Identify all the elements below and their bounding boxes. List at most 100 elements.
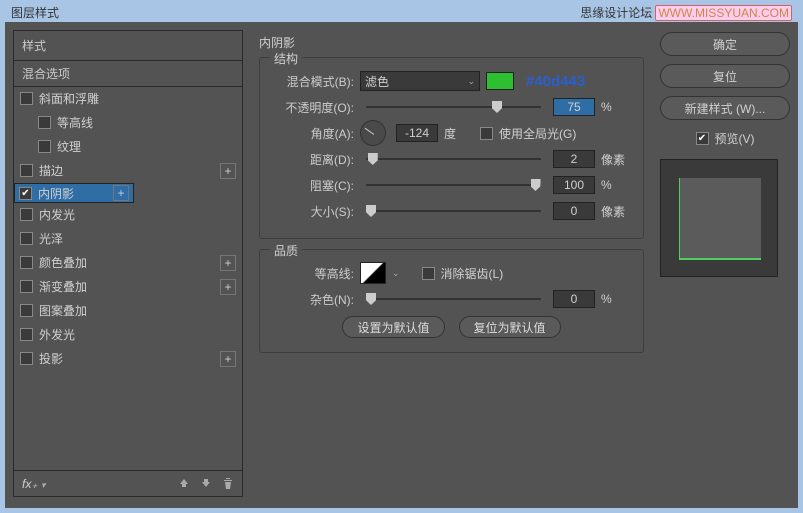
style-label: 颜色叠加 <box>39 254 214 271</box>
style-label: 内阴影 <box>38 185 107 202</box>
quality-title: 品质 <box>270 242 302 259</box>
size-label: 大小(S): <box>272 203 354 220</box>
opacity-slider[interactable] <box>366 100 541 114</box>
style-label: 投影 <box>39 350 214 367</box>
watermark: 思缘设计论坛 WWW.MISSYUAN.COM <box>580 4 792 21</box>
global-light-label: 使用全局光(G) <box>499 125 576 142</box>
opacity-unit: % <box>601 100 631 114</box>
style-row-6[interactable]: 光泽 <box>14 227 242 251</box>
distance-slider[interactable] <box>366 152 541 166</box>
opacity-input[interactable]: 75 <box>553 98 595 116</box>
style-row-9[interactable]: 图案叠加 <box>14 299 242 323</box>
settings-panel: 内阴影 结构 混合模式(B): 滤色⌄ #40d443 不透明度(O): 75 … <box>251 30 652 497</box>
structure-title: 结构 <box>270 50 302 67</box>
style-checkbox[interactable] <box>38 116 51 129</box>
blend-mode-select[interactable]: 滤色⌄ <box>360 71 480 91</box>
choke-label: 阻塞(C): <box>272 177 354 194</box>
style-row-1[interactable]: 等高线 <box>14 111 242 135</box>
add-effect-icon[interactable]: + <box>113 185 129 201</box>
style-checkbox[interactable] <box>20 256 33 269</box>
style-label: 描边 <box>39 162 214 179</box>
size-unit: 像素 <box>601 203 631 220</box>
style-row-7[interactable]: 颜色叠加 + <box>14 251 242 275</box>
style-checkbox[interactable] <box>19 187 32 200</box>
blend-options-header[interactable]: 混合选项 <box>14 60 242 87</box>
styles-header: 样式 <box>14 31 242 60</box>
noise-input[interactable]: 0 <box>553 290 595 308</box>
antialias-checkbox[interactable] <box>422 267 435 280</box>
make-default-button[interactable]: 设置为默认值 <box>342 316 444 338</box>
noise-slider[interactable] <box>366 292 541 306</box>
style-label: 光泽 <box>39 230 236 247</box>
angle-label: 角度(A): <box>272 125 354 142</box>
style-row-5[interactable]: 内发光 <box>14 203 242 227</box>
choke-unit: % <box>601 178 631 192</box>
style-label: 图案叠加 <box>39 302 236 319</box>
trash-icon[interactable] <box>222 477 234 490</box>
fx-label[interactable]: fx₊ ▾ <box>22 477 46 491</box>
panel-title: 内阴影 <box>259 34 644 51</box>
size-input[interactable]: 0 <box>553 202 595 220</box>
contour-label: 等高线: <box>272 265 354 282</box>
style-row-4[interactable]: 内阴影 + <box>14 183 134 203</box>
title-bar: 图层样式 思缘设计论坛 WWW.MISSYUAN.COM <box>5 2 798 22</box>
preview-box <box>660 159 778 277</box>
preview-swatch <box>679 178 761 260</box>
choke-slider[interactable] <box>366 178 541 192</box>
window-title: 图层样式 <box>11 4 59 21</box>
style-label: 内发光 <box>39 206 236 223</box>
styles-footer: fx₊ ▾ <box>14 470 242 496</box>
antialias-label: 消除锯齿(L) <box>441 265 504 282</box>
size-slider[interactable] <box>366 204 541 218</box>
style-checkbox[interactable] <box>20 304 33 317</box>
ok-button[interactable]: 确定 <box>660 32 790 56</box>
style-list: 斜面和浮雕等高线纹理描边 + 内阴影 + 内发光光泽颜色叠加 + 渐变叠加 + 图案叠加外发光投… <box>14 87 242 470</box>
add-effect-icon[interactable]: + <box>220 279 236 295</box>
style-row-2[interactable]: 纹理 <box>14 135 242 159</box>
choke-input[interactable]: 100 <box>553 176 595 194</box>
chevron-down-icon[interactable]: ⌄ <box>392 268 400 279</box>
arrow-up-icon[interactable] <box>178 477 190 490</box>
noise-label: 杂色(N): <box>272 291 354 308</box>
style-label: 等高线 <box>57 114 236 131</box>
preview-checkbox[interactable] <box>696 132 709 145</box>
angle-dial[interactable] <box>360 120 386 146</box>
style-row-11[interactable]: 投影 + <box>14 347 242 371</box>
quality-group: 品质 等高线: ⌄ 消除锯齿(L) 杂色(N): 0 % 设置为默认值 复位为默… <box>259 249 644 353</box>
color-swatch[interactable] <box>486 72 514 90</box>
angle-unit: 度 <box>444 125 474 142</box>
add-effect-icon[interactable]: + <box>220 351 236 367</box>
add-effect-icon[interactable]: + <box>220 163 236 179</box>
style-label: 渐变叠加 <box>39 278 214 295</box>
styles-panel: 样式 混合选项 斜面和浮雕等高线纹理描边 + 内阴影 + 内发光光泽颜色叠加 + 渐变叠加 +… <box>13 30 243 497</box>
noise-unit: % <box>601 292 631 306</box>
structure-group: 结构 混合模式(B): 滤色⌄ #40d443 不透明度(O): 75 % 角度… <box>259 57 644 239</box>
distance-input[interactable]: 2 <box>553 150 595 168</box>
style-row-0[interactable]: 斜面和浮雕 <box>14 87 242 111</box>
reset-button[interactable]: 复位 <box>660 64 790 88</box>
style-checkbox[interactable] <box>20 164 33 177</box>
style-checkbox[interactable] <box>20 352 33 365</box>
style-label: 外发光 <box>39 326 236 343</box>
style-checkbox[interactable] <box>20 280 33 293</box>
style-checkbox[interactable] <box>20 232 33 245</box>
style-checkbox[interactable] <box>20 208 33 221</box>
style-row-8[interactable]: 渐变叠加 + <box>14 275 242 299</box>
reset-default-button[interactable]: 复位为默认值 <box>459 316 561 338</box>
style-checkbox[interactable] <box>20 328 33 341</box>
add-effect-icon[interactable]: + <box>220 255 236 271</box>
style-row-10[interactable]: 外发光 <box>14 323 242 347</box>
angle-input[interactable]: -124 <box>396 124 438 142</box>
style-label: 斜面和浮雕 <box>39 90 236 107</box>
arrow-down-icon[interactable] <box>200 477 212 490</box>
style-row-3[interactable]: 描边 + <box>14 159 242 183</box>
new-style-button[interactable]: 新建样式 (W)... <box>660 96 790 120</box>
global-light-checkbox[interactable] <box>480 127 493 140</box>
style-checkbox[interactable] <box>20 92 33 105</box>
chevron-down-icon: ⌄ <box>467 76 475 87</box>
color-hex: #40d443 <box>526 73 585 90</box>
style-label: 纹理 <box>57 138 236 155</box>
contour-picker[interactable] <box>360 262 386 284</box>
distance-unit: 像素 <box>601 151 631 168</box>
style-checkbox[interactable] <box>38 140 51 153</box>
